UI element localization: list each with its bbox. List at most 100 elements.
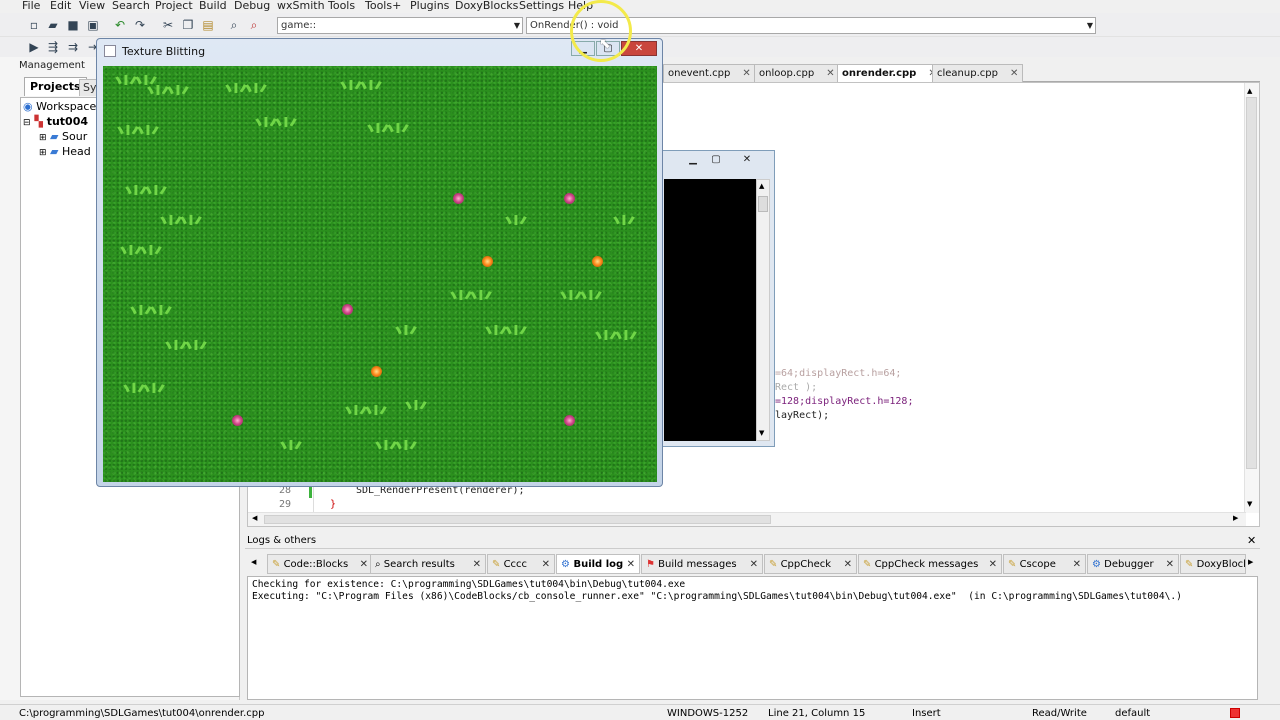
window-title: Texture Blitting <box>122 45 206 58</box>
tab-debugger[interactable]: ⚙ Debugger ✕ <box>1087 554 1179 574</box>
app-icon <box>104 45 116 57</box>
tab-label: Code::Blocks <box>283 559 349 570</box>
tree-item-project[interactable]: ⊟ ▚ tut004 <box>23 115 88 130</box>
tab-projects[interactable]: Projects <box>24 77 87 96</box>
close-icon[interactable]: ✕ <box>627 555 635 573</box>
close-icon[interactable]: ✕ <box>1073 555 1081 573</box>
tab-build-messages[interactable]: ⚑ Build messages ✕ <box>641 554 763 574</box>
tab-doxyblocks[interactable]: ✎ DoxyBlock <box>1180 554 1246 574</box>
menu-plugins[interactable]: Plugins <box>410 0 449 12</box>
scroll-left-icon[interactable]: ◀ <box>252 514 257 522</box>
menu-project[interactable]: Project <box>155 0 193 12</box>
close-icon[interactable]: ✕ <box>1010 68 1018 79</box>
menu-doxyblocks[interactable]: DoxyBlocks <box>455 0 518 12</box>
save-icon[interactable]: ■ <box>65 17 81 33</box>
close-icon[interactable]: ✕ <box>826 68 834 79</box>
tree-item-workspace[interactable]: ◉ Workspace <box>23 100 96 114</box>
tab-onrender-cpp[interactable]: onrender.cpp✕ <box>837 64 942 83</box>
collapse-icon[interactable]: ⊟ <box>23 118 31 128</box>
step-over-icon[interactable]: ⇉ <box>65 39 81 55</box>
tree-label-headers: Head <box>62 145 91 158</box>
tree-item-headers[interactable]: ⊞ ▰ Head <box>39 145 91 160</box>
game-window[interactable]: Texture Blitting ▁ ▢ ✕ ⺌⺌ ⺌⺌ ⺌⺌ ⺌⺌ ⺌⺌ ⺌⺌… <box>96 38 663 487</box>
tab-codeblocks[interactable]: ✎ Code::Blocks ✕ <box>267 554 373 574</box>
maximize-icon[interactable]: ▢ <box>708 153 724 168</box>
tab-label: Cccc <box>503 559 528 570</box>
game-canvas[interactable]: ⺌⺌ ⺌⺌ ⺌⺌ ⺌⺌ ⺌⺌ ⺌⺌ ⺌⺌ ⺌⺌ ⺌⺌ ⺌⺌ ⺌⺌ ⺌⺌ ⺌⺌ ⺌… <box>103 66 657 482</box>
error-indicator-icon[interactable] <box>1230 708 1240 718</box>
scroll-right-icon[interactable]: ▶ <box>1248 558 1253 566</box>
tab-cscope[interactable]: ✎ Cscope ✕ <box>1003 554 1086 574</box>
scroll-left-icon[interactable]: ◀ <box>251 558 256 566</box>
close-icon[interactable]: ✕ <box>989 555 997 573</box>
close-icon[interactable]: ✕ <box>739 153 755 168</box>
tab-onloop-cpp[interactable]: onloop.cpp ✕ <box>754 64 840 82</box>
scroll-down-icon[interactable]: ▼ <box>759 429 764 437</box>
menu-debug[interactable]: Debug <box>234 0 270 12</box>
redo-icon[interactable]: ↷ <box>132 17 148 33</box>
build-log-output[interactable]: Checking for existence: C:\programming\S… <box>247 576 1258 700</box>
tab-cppcheck-messages[interactable]: ✎ CppCheck messages ✕ <box>858 554 1002 574</box>
replace-icon[interactable]: ⌕ <box>246 17 262 33</box>
tab-cccc[interactable]: ✎ Cccc ✕ <box>487 554 555 574</box>
scroll-right-icon[interactable]: ▶ <box>1233 514 1238 522</box>
menu-tools-plus[interactable]: Tools+ <box>365 0 401 12</box>
scroll-thumb[interactable] <box>1246 97 1257 469</box>
pink-flower <box>564 415 575 426</box>
tab-label: onloop.cpp <box>759 68 815 79</box>
menu-edit[interactable]: Edit <box>50 0 71 12</box>
tab-onevent-cpp[interactable]: onevent.cpp ✕ <box>663 64 756 82</box>
tab-search-results[interactable]: ⌕ Search results ✕ <box>370 554 486 574</box>
cut-icon[interactable]: ✂ <box>160 17 176 33</box>
menu-view[interactable]: View <box>79 0 105 12</box>
tab-label: Build messages <box>658 559 737 570</box>
copy-icon[interactable]: ❐ <box>180 17 196 33</box>
grass-tuft: ⺌⺌ <box>593 329 639 359</box>
console-window[interactable]: ▁ ▢ ✕ ▲ ▼ <box>659 150 775 447</box>
menu-wxsmith[interactable]: wxSmith <box>277 0 325 12</box>
close-icon[interactable]: ✕ <box>742 68 750 79</box>
run-icon[interactable]: ▶ <box>26 39 42 55</box>
minimize-icon[interactable]: ▁ <box>685 153 701 168</box>
console-scrollbar[interactable]: ▲ ▼ <box>756 179 770 441</box>
tab-label: CppCheck messages <box>874 559 979 570</box>
scroll-up-icon[interactable]: ▲ <box>1247 87 1252 95</box>
scroll-thumb[interactable] <box>264 515 771 524</box>
close-icon[interactable]: ✕ <box>1166 555 1174 573</box>
undo-icon[interactable]: ↶ <box>112 17 128 33</box>
editor-vertical-scrollbar[interactable]: ▲ ▼ <box>1244 83 1259 513</box>
tree-item-sources[interactable]: ⊞ ▰ Sour <box>39 130 87 145</box>
save-all-icon[interactable]: ▣ <box>85 17 101 33</box>
tab-cppcheck[interactable]: ✎ CppCheck ✕ <box>764 554 857 574</box>
expand-icon[interactable]: ⊞ <box>39 133 47 143</box>
close-icon[interactable]: ✕ <box>844 555 852 573</box>
close-icon[interactable]: ✕ <box>473 555 481 573</box>
paste-icon[interactable]: ▤ <box>200 17 216 33</box>
step-into-icon[interactable]: ⇶ <box>45 39 61 55</box>
close-icon[interactable]: ✕ <box>360 555 368 573</box>
scroll-thumb[interactable] <box>758 196 768 212</box>
open-folder-icon[interactable]: ▰ <box>45 17 61 33</box>
scroll-down-icon[interactable]: ▼ <box>1247 500 1252 508</box>
close-icon[interactable]: ✕ <box>1247 534 1256 547</box>
tab-build-log[interactable]: ⚙ Build log ✕ <box>556 554 640 574</box>
log-line: Executing: "C:\Program Files (x86)\CodeB… <box>252 591 1182 602</box>
scroll-up-icon[interactable]: ▲ <box>759 182 764 190</box>
close-icon[interactable]: ✕ <box>542 555 550 573</box>
tab-cleanup-cpp[interactable]: cleanup.cpp ✕ <box>932 64 1024 82</box>
menu-build[interactable]: Build <box>199 0 227 12</box>
menu-tools[interactable]: Tools <box>328 0 355 12</box>
menu-search[interactable]: Search <box>112 0 150 12</box>
scope-combo[interactable]: game:: ▼ <box>277 17 523 34</box>
expand-icon[interactable]: ⊞ <box>39 148 47 158</box>
tab-label: Cscope <box>1019 559 1056 570</box>
grass-tuft: ⺌⺌ <box>483 324 529 354</box>
log-line: Checking for existence: C:\programming\S… <box>252 579 686 590</box>
close-icon[interactable]: ✕ <box>750 555 758 573</box>
find-icon[interactable]: ⌕ <box>226 17 242 33</box>
menu-settings[interactable]: Settings <box>519 0 564 12</box>
editor-horizontal-scrollbar[interactable]: ◀ ▶ <box>248 512 1246 526</box>
menu-file[interactable]: File <box>22 0 40 12</box>
language: default <box>1115 708 1151 719</box>
new-file-icon[interactable]: ▫ <box>26 17 42 33</box>
